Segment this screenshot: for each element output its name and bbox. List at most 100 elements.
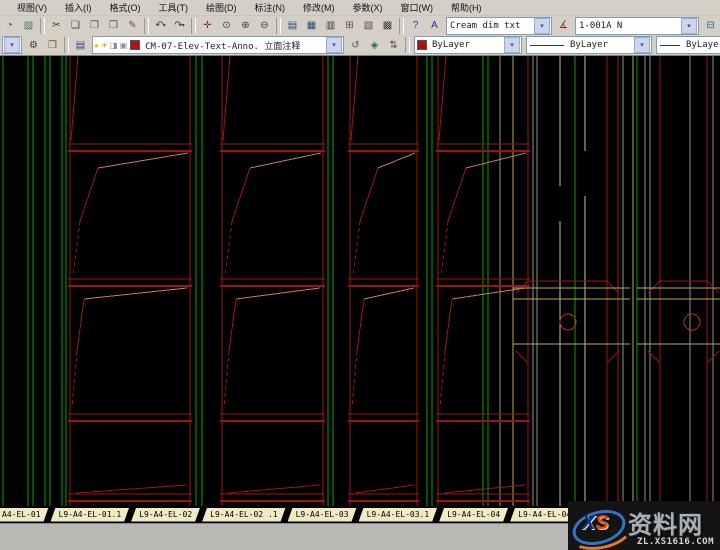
color-swatch [417,40,427,50]
menu-item-视图[interactable]: 视图(V) [8,0,56,15]
layer-lock-icon[interactable]: ▣ [120,41,128,50]
dim-style-icon: ∡ [559,20,568,31]
linetype-sample [530,45,564,46]
combo-arrow-icon[interactable]: ▾ [504,37,520,53]
sheet-tab-L9-A4-EL-03[interactable]: L9-A4-EL-03 [288,508,357,522]
zoom-previous-icon[interactable]: ⊖ [255,17,274,35]
sheet-tab-L9-A4-EL-02[interactable]: L9-A4-EL-02 [131,508,200,522]
linetype-select[interactable]: ByLayer▾ [526,36,652,54]
toolbar-separator [405,37,410,53]
workspace-select-arrow[interactable]: ▾ [2,36,22,54]
pan-icon[interactable]: ✛ [198,17,217,35]
paste-icon[interactable]: ❐ [85,17,104,35]
toolbar-separator [276,18,281,34]
layer-previous-icon: ↺ [351,40,359,51]
menu-item-窗口[interactable]: 窗口(W) [392,0,443,15]
layer-thaw-sun-icon[interactable]: ☀ [101,41,108,50]
linetype-sample [660,45,680,46]
cut-icon[interactable]: ✂ [47,17,66,35]
drawing-canvas[interactable] [0,56,720,506]
paste-icon: ❐ [90,20,99,31]
text-style-select-value: Cream dim txt [447,21,533,31]
sheet-set-icon[interactable]: ⊞ [340,17,359,35]
sheet-tab-L9-A4-EL-02 .1[interactable]: L9-A4-EL-02 .1 [202,508,285,522]
menu-item-帮助[interactable]: 帮助(H) [442,0,491,15]
combo-arrow-icon[interactable]: ▾ [534,18,550,34]
text-style-icon: A [431,20,438,31]
pan-icon: ✛ [203,20,211,31]
layer-select[interactable]: ●☀◨▣CM-07-Elev-Text-Anno. 立面注释▾ [92,36,344,54]
layer-states-icon: ◈ [371,40,379,51]
menu-item-标注[interactable]: 标注(N) [246,0,295,15]
combo-arrow-icon[interactable]: ▾ [4,37,20,53]
text-style-icon[interactable]: A [425,17,444,35]
settings-icon[interactable]: ⚙ [24,36,43,54]
dim-style-icon[interactable]: ∡ [554,17,573,35]
table-style-icon: ⊟ [706,20,714,31]
menu-item-参数[interactable]: 参数(X) [344,0,392,15]
view-icon[interactable]: ◔ [0,17,19,35]
properties-palette-icon[interactable]: ▤ [283,17,302,35]
layer-previous-icon[interactable]: ↺ [346,36,365,54]
tool-palettes-icon: ▥ [326,20,335,31]
sheet-tab-L9-A4-EL-01.1[interactable]: L9-A4-EL-01.1 [51,508,130,522]
combo-arrow-icon[interactable]: ▾ [326,37,342,53]
menu-item-修改[interactable]: 修改(M) [294,0,344,15]
help-icon[interactable]: ? [406,17,425,35]
tool-palettes-icon[interactable]: ▥ [321,17,340,35]
layer-states-icon[interactable]: ◈ [365,36,384,54]
match-properties-icon[interactable]: ✎ [123,17,142,35]
dim-style-select[interactable]: 1-001A N▾ [575,17,699,35]
watermark: XS 资料网 ZL.XS1616.COM [568,501,720,550]
menu-item-插入[interactable]: 插入(I) [56,0,101,15]
paste-block-icon[interactable]: ❒ [104,17,123,35]
design-center-icon[interactable]: ▦ [302,17,321,35]
copy-icon: ❏ [71,20,80,31]
color-select[interactable]: ByLayer▾ [414,36,522,54]
cad-application-window: 视图(V)插入(I)格式(O)工具(T)绘图(D)标注(N)修改(M)参数(X)… [0,0,720,550]
table-style-icon[interactable]: ⊟ [701,17,720,35]
zoom-window-icon[interactable]: ⊕ [236,17,255,35]
settings-icon: ⚙ [29,40,38,51]
calculator-icon[interactable]: ▩ [378,17,397,35]
zoom-window-icon: ⊕ [241,20,249,31]
toolbar-separator [191,18,196,34]
menu-item-绘图[interactable]: 绘图(D) [197,0,246,15]
lineweight-select[interactable]: ByLayer▾ [656,36,720,54]
sheet-tab-L9-A4-EL-04[interactable]: L9-A4-EL-04 [439,508,508,522]
dropdown-arrow-icon[interactable]: ▾ [163,22,166,29]
watermark-site-name: 资料网 [628,505,703,540]
render-icon: ▨ [24,20,33,31]
combo-arrow-icon[interactable]: ▾ [681,18,697,34]
copy-icon[interactable]: ❏ [66,17,85,35]
layer-color-swatch [130,40,140,50]
zoom-previous-icon: ⊖ [260,20,268,31]
zoom-realtime-icon: ⊙ [222,20,230,31]
layer-on-bulb-icon[interactable]: ● [94,41,99,50]
markup-icon: ▧ [364,20,373,31]
sheet-tab-L9-A4-EL-03.1[interactable]: L9-A4-EL-03.1 [359,508,438,522]
linetype-select-value: ByLayer [567,40,633,50]
view-icon: ◔ [6,20,12,31]
match-properties-icon: ✎ [128,20,136,31]
layer-isolate-icon[interactable]: ⇅ [384,36,403,54]
render-icon[interactable]: ▨ [19,17,38,35]
layer-properties-manager-icon[interactable]: ▤ [71,36,90,54]
dropdown-arrow-icon[interactable]: ▾ [182,22,185,29]
redo-icon[interactable]: ↷▾ [170,17,189,35]
toolbar-separator [64,37,69,53]
combo-arrow-icon[interactable]: ▾ [634,37,650,53]
toolbar-standard: ◔▨✂❏❐❒✎↶▾↷▾✛⊙⊕⊖▤▦▥⊞▧▩?ACream dim txt▾∡1-… [0,16,720,35]
layer-vp-freeze-icon[interactable]: ◨ [110,41,118,50]
text-style-select[interactable]: Cream dim txt▾ [446,17,552,35]
menu-item-格式[interactable]: 格式(O) [101,0,150,15]
zoom-realtime-icon[interactable]: ⊙ [217,17,236,35]
publish-icon[interactable]: ❒ [43,36,62,54]
markup-icon[interactable]: ▧ [359,17,378,35]
menu-item-工具[interactable]: 工具(T) [150,0,198,15]
publish-icon: ❒ [48,40,57,51]
design-center-icon: ▦ [307,20,316,31]
lineweight-select-value: ByLayer [683,40,720,50]
undo-icon[interactable]: ↶▾ [151,17,170,35]
sheet-tab-A4-EL-01[interactable]: A4-EL-01 [0,508,49,522]
